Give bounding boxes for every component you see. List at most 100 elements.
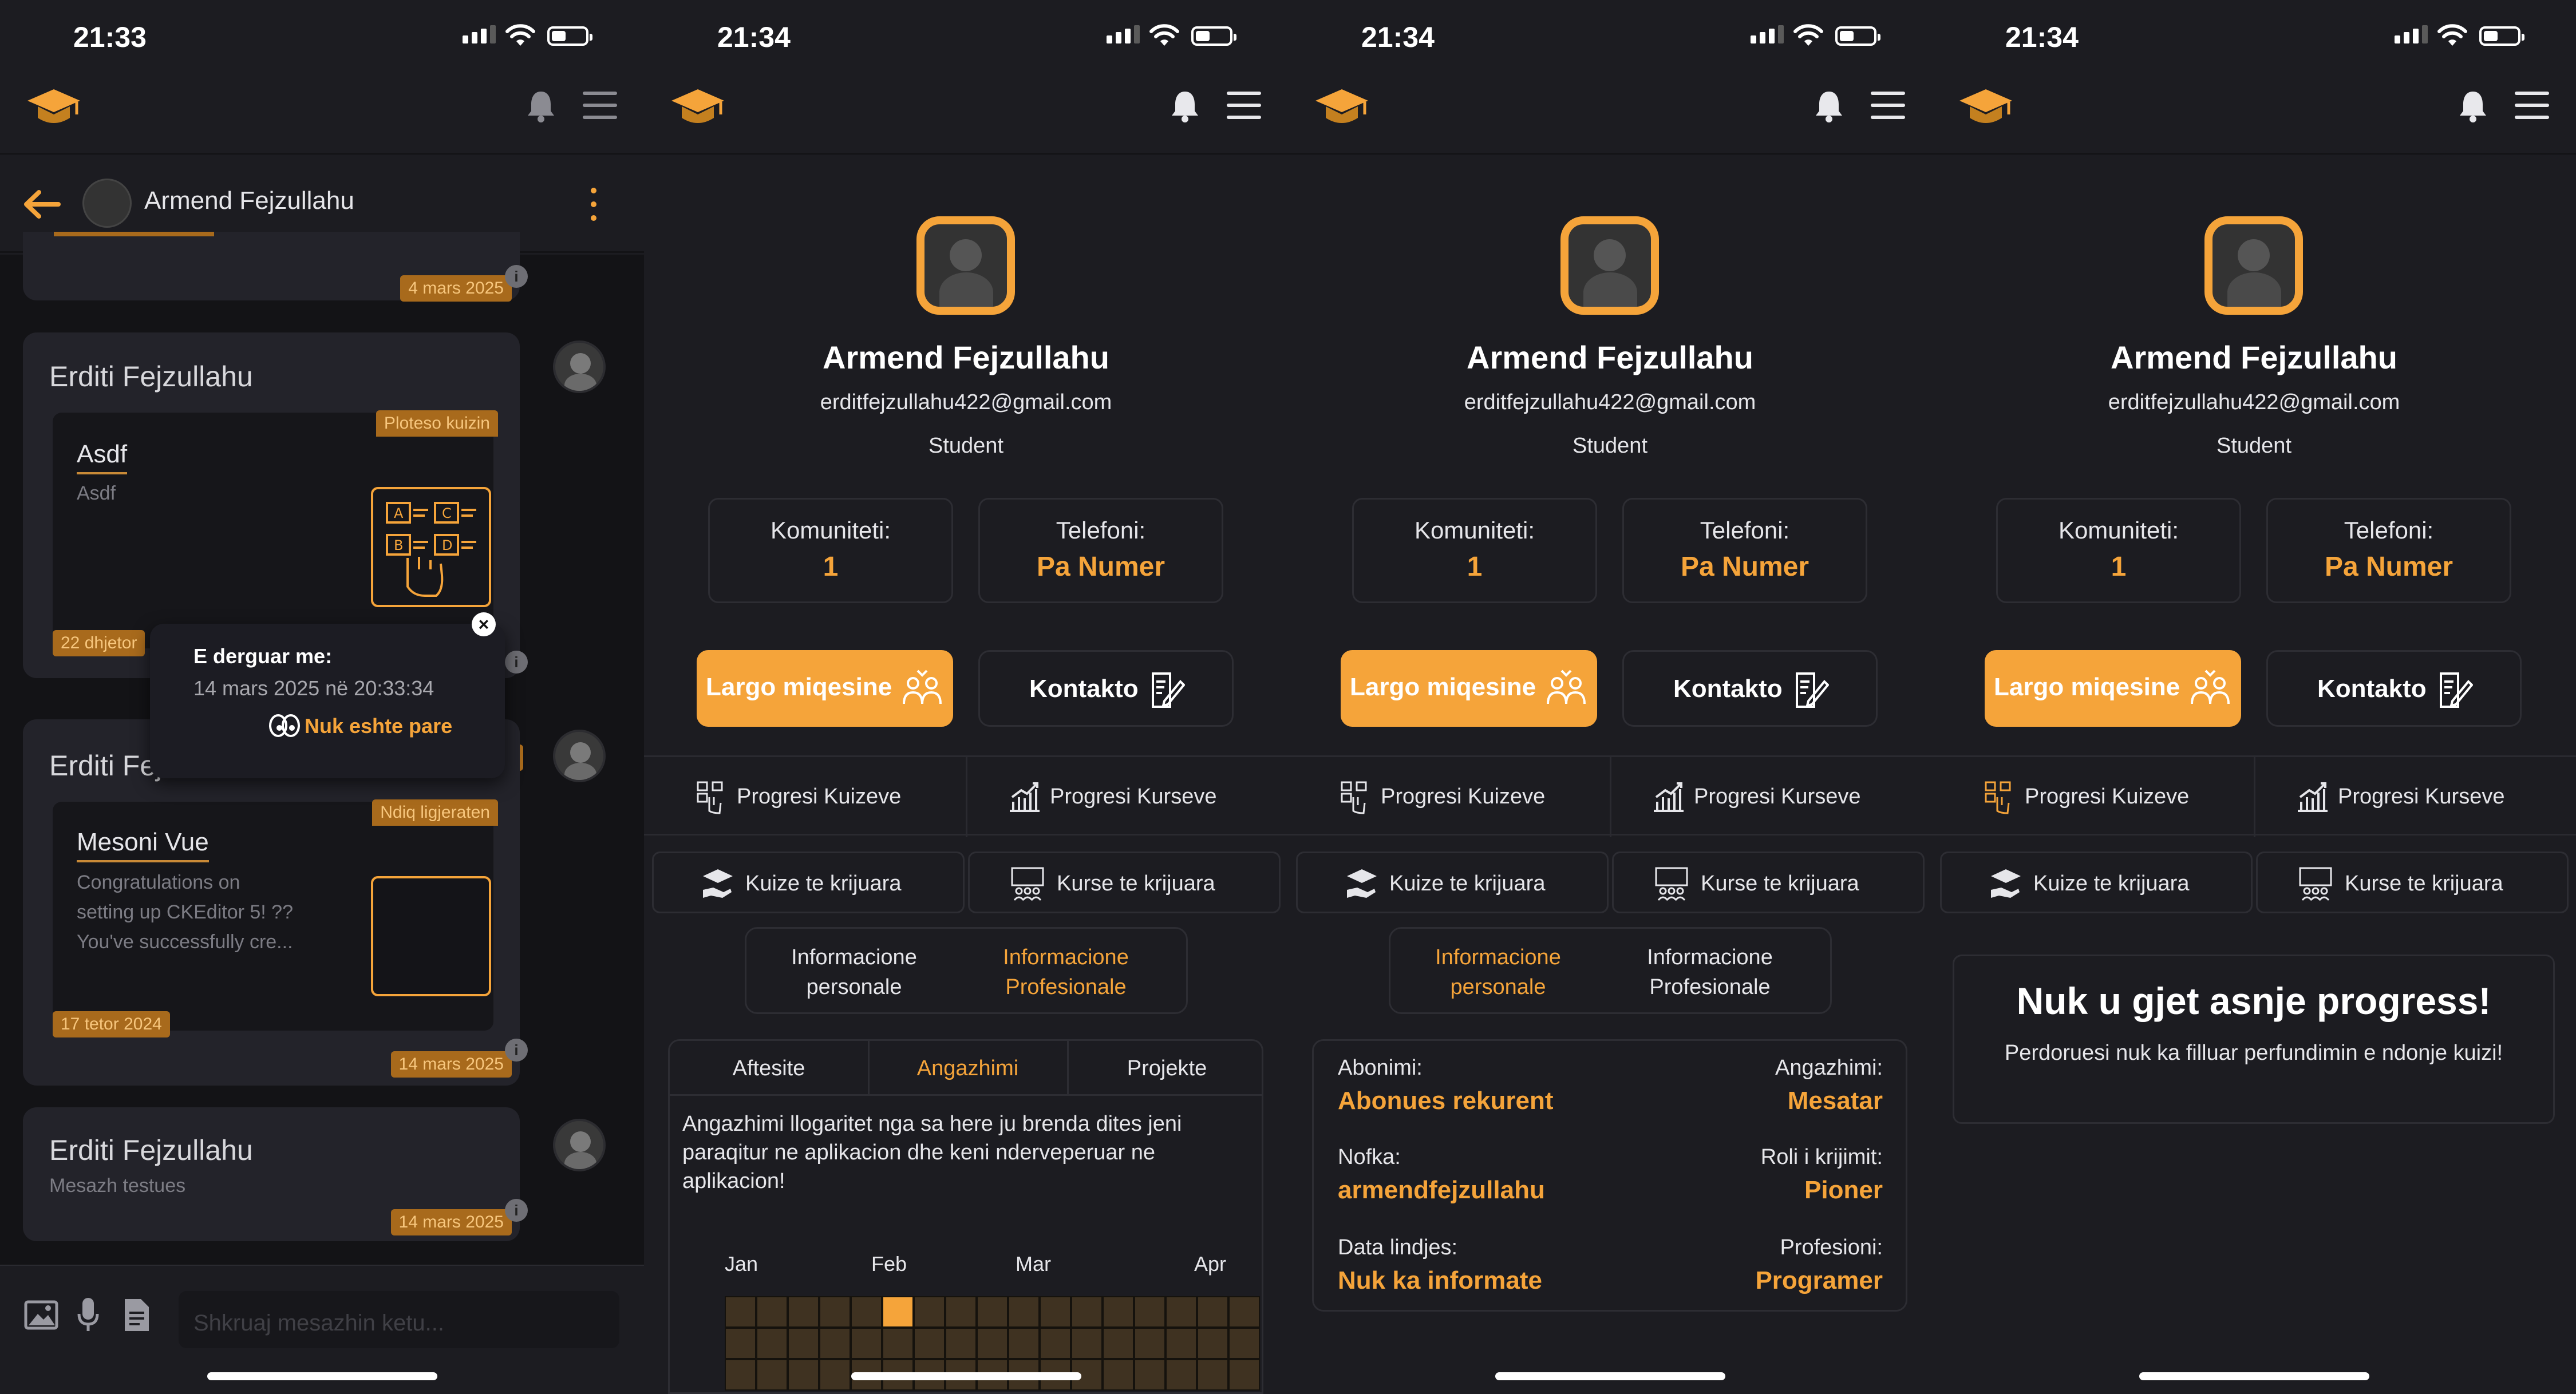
- graduation-cap-icon[interactable]: [1313, 86, 1370, 132]
- info-icon[interactable]: i: [505, 651, 528, 674]
- tab-quiz-progress[interactable]: Progresi Kuizeve: [1932, 757, 2253, 837]
- heatmap-cell: [1008, 1328, 1040, 1359]
- graduation-cap-icon[interactable]: [25, 86, 82, 132]
- heatmap-cell: [788, 1328, 819, 1359]
- unfriend-button[interactable]: Largo miqesine: [1985, 650, 2241, 727]
- creation-role-value: Pioner: [1804, 1176, 1883, 1204]
- message-input[interactable]: Shkruaj mesazhin ketu...: [179, 1291, 619, 1348]
- graduation-cap-icon[interactable]: [1957, 86, 2014, 132]
- menu-icon[interactable]: [1227, 92, 1261, 120]
- info-icon[interactable]: i: [505, 265, 528, 288]
- tab-courses-created[interactable]: Kurse te krijuara: [968, 852, 1281, 913]
- heatmap-cell: [819, 1296, 851, 1328]
- tab-course-progress[interactable]: Progresi Kurseve: [2254, 757, 2574, 837]
- people-icon: [2191, 670, 2230, 704]
- menu-icon[interactable]: [1871, 92, 1905, 120]
- image-icon[interactable]: [24, 1300, 58, 1330]
- contact-button[interactable]: Kontakto: [978, 650, 1234, 727]
- document-icon[interactable]: [123, 1298, 151, 1332]
- bar-chart-icon: [1010, 782, 1040, 812]
- sender-avatar[interactable]: [553, 1119, 606, 1171]
- engagement-description: Angazhimi llogaritet nga sa here ju bren…: [682, 1112, 1182, 1193]
- lecture-card[interactable]: Ndiq ligjeraten Mesoni Vue Congratulatio…: [53, 799, 498, 1031]
- phone-box: Telefoni: Pa Numer: [2266, 498, 2511, 603]
- unfriend-button[interactable]: Largo miqesine: [697, 650, 953, 727]
- tab-label: Kuize te krijuara: [2033, 872, 2190, 896]
- heatmap-cell: [1040, 1296, 1071, 1328]
- tab-courses-created[interactable]: Kurse te krijuara: [2256, 852, 2569, 913]
- back-arrow-icon[interactable]: [22, 189, 62, 220]
- segment-personal[interactable]: Informacione personale: [751, 942, 957, 1002]
- people-icon: [1547, 670, 1586, 704]
- status-time: 21:34: [1361, 21, 1435, 53]
- screenshot-collage: 21:33 Armend Fejzullahu 4 mars 2025 i Er…: [0, 0, 2576, 1394]
- profession-label: Profesioni:: [1780, 1235, 1883, 1260]
- profile-avatar[interactable]: [1560, 216, 1659, 315]
- bell-icon[interactable]: [522, 87, 560, 125]
- bell-icon[interactable]: [2454, 87, 2492, 125]
- tab-engagement[interactable]: Angazhimi: [868, 1041, 1066, 1096]
- top-bar: [0, 74, 644, 155]
- sender-avatar[interactable]: [553, 340, 606, 393]
- sent-info-tooltip: E derguar me: 14 mars 2025 në 20:33:34 N…: [150, 612, 505, 778]
- tab-quizzes-created[interactable]: Kuize te krijuara: [1940, 852, 2253, 913]
- tooltip-datetime: 14 mars 2025 në 20:33:34: [193, 676, 434, 700]
- status-time: 21:33: [73, 21, 147, 53]
- info-icon[interactable]: i: [505, 1039, 528, 1062]
- community-value: 1: [823, 552, 839, 582]
- contact-avatar[interactable]: [82, 179, 132, 228]
- tab-skills[interactable]: Aftesite: [670, 1041, 868, 1096]
- month-label: Apr: [1194, 1252, 1227, 1276]
- message-date: 14 mars 2025: [390, 1051, 512, 1078]
- engagement-value: Mesatar: [1787, 1087, 1883, 1115]
- quiz-subtitle: Asdf: [77, 482, 116, 504]
- lecture-line: setting up CKEditor 5! ??: [77, 901, 294, 923]
- menu-icon[interactable]: [583, 92, 617, 120]
- quiz-icon: [1341, 781, 1367, 814]
- heatmap-cell: [756, 1296, 788, 1328]
- graduation-cap-icon[interactable]: [669, 86, 726, 132]
- profile-avatar[interactable]: [2204, 216, 2303, 315]
- tab-courses-created[interactable]: Kurse te krijuara: [1612, 852, 1925, 913]
- edit-icon: [1796, 672, 1829, 708]
- subscription-label: Abonimi:: [1338, 1056, 1423, 1080]
- tab-quizzes-created[interactable]: Kuize te krijuara: [1296, 852, 1609, 913]
- edit-icon: [2440, 672, 2473, 708]
- message-card: 4 mars 2025: [23, 232, 520, 302]
- tab-projects[interactable]: Projekte: [1067, 1041, 1262, 1096]
- bell-icon[interactable]: [1166, 87, 1204, 125]
- segment-professional[interactable]: Informacione Profesionale: [1607, 942, 1813, 1002]
- tab-quiz-progress[interactable]: Progresi Kuizeve: [644, 757, 965, 837]
- menu-icon[interactable]: [2515, 92, 2549, 120]
- wifi-icon: [505, 24, 535, 46]
- heatmap-cell: [977, 1296, 1008, 1328]
- segment-label: personale: [806, 975, 902, 999]
- tab-quizzes-created[interactable]: Kuize te krijuara: [652, 852, 965, 913]
- segment-label: personale: [1450, 975, 1546, 999]
- quiz-card[interactable]: Ploteso kuizin Asdf Asdf A C B D: [53, 410, 498, 648]
- more-options-icon[interactable]: [591, 188, 599, 229]
- signal-icon: [2395, 25, 2428, 43]
- subscription-value: Abonues rekurent: [1338, 1087, 1554, 1115]
- sender-avatar[interactable]: [553, 730, 606, 782]
- tab-course-progress[interactable]: Progresi Kurseve: [966, 757, 1286, 837]
- nickname-label: Nofka:: [1338, 1145, 1401, 1169]
- profile-avatar[interactable]: [916, 216, 1015, 315]
- tab-label: Progresi Kuizeve: [1381, 785, 1546, 809]
- contact-button[interactable]: Kontakto: [2266, 650, 2522, 727]
- unfriend-button[interactable]: Largo miqesine: [1341, 650, 1597, 727]
- tab-label: Progresi Kurseve: [1050, 785, 1217, 809]
- microphone-icon[interactable]: [77, 1297, 100, 1333]
- svg-text:D: D: [442, 537, 452, 553]
- segment-label: Informacione: [1003, 945, 1129, 969]
- tab-course-progress[interactable]: Progresi Kurseve: [1610, 757, 1930, 837]
- segment-personal[interactable]: Informacione personale: [1395, 942, 1601, 1002]
- bell-icon[interactable]: [1810, 87, 1848, 125]
- close-icon[interactable]: ×: [472, 612, 496, 636]
- info-icon[interactable]: i: [505, 1199, 528, 1222]
- contact-button[interactable]: Kontakto: [1622, 650, 1878, 727]
- tab-quiz-progress[interactable]: Progresi Kuizeve: [1288, 757, 1609, 837]
- segment-professional[interactable]: Informacione Profesionale: [963, 942, 1169, 1002]
- divider: [644, 153, 1288, 155]
- quiz-tag: Ploteso kuizin: [376, 410, 498, 437]
